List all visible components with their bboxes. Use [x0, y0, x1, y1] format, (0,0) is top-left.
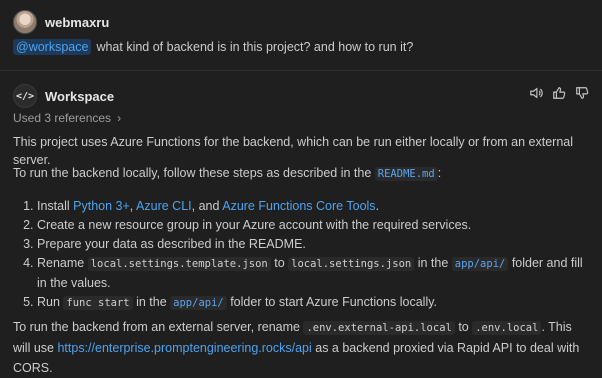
app-api-folder-code-2[interactable]: app/api/ [170, 296, 227, 310]
assistant-name: Workspace [45, 88, 115, 104]
speaker-icon[interactable] [529, 86, 543, 100]
chevron-right-icon: › [117, 111, 122, 125]
settings-json-code: local.settings.json [288, 257, 415, 271]
step5-end: folder to start Azure Functions locally. [226, 295, 438, 309]
question-text: what kind of backend is in this project?… [96, 40, 414, 54]
step1-pre: Install [37, 199, 74, 213]
backend-api-link[interactable]: https://enterprise.promptengineering.roc… [57, 341, 311, 355]
avatar [13, 10, 37, 34]
assistant-header: </> Workspace [13, 84, 114, 108]
step-resource-group: Create a new resource group in your Azur… [37, 216, 592, 235]
message-divider [0, 70, 602, 71]
code-brackets-icon: </> [13, 84, 37, 108]
step1-end: . [375, 199, 380, 213]
app-api-folder-code[interactable]: app/api/ [451, 257, 509, 271]
python-link[interactable]: Python 3+ [73, 199, 130, 213]
steps-list: Install Python 3+, Azure CLI, and Azure … [13, 197, 592, 313]
step-prepare-data: Prepare your data as described in the RE… [37, 235, 592, 254]
user-header: webmaxru [13, 10, 109, 34]
step5-pre: Run [37, 295, 64, 309]
readme-code: README.md [374, 167, 438, 181]
external-pre: To run the backend from an external serv… [13, 320, 304, 334]
env-local-code: .env.local [472, 321, 542, 335]
step5-mid1: in the [132, 295, 171, 309]
step-install: Install Python 3+, Azure CLI, and Azure … [37, 197, 592, 216]
local-intro-end: : [437, 166, 442, 180]
azure-cli-link[interactable]: Azure CLI [136, 199, 192, 213]
thumbs-down-icon[interactable] [575, 86, 589, 100]
step-run-func: Run func start in the app/api/ folder to… [37, 293, 592, 313]
env-external-code: .env.external-api.local [303, 321, 455, 335]
workspace-mention[interactable]: @workspace [13, 39, 92, 55]
username: webmaxru [45, 14, 110, 30]
local-intro-text: To run the backend locally, follow these… [13, 166, 375, 180]
user-question: @workspace what kind of backend is in th… [13, 39, 413, 55]
step-rename-settings: Rename local.settings.template.json to l… [37, 254, 592, 293]
step4-pre: Rename [37, 256, 88, 270]
external-instructions: To run the backend from an external serv… [13, 317, 582, 378]
response-actions [529, 86, 589, 100]
references-label: Used 3 references [13, 111, 112, 125]
step4-mid1: to [270, 256, 289, 270]
func-start-code: func start [63, 296, 133, 310]
settings-template-code: local.settings.template.json [87, 257, 271, 271]
step4-mid2: in the [414, 256, 452, 270]
references-toggle[interactable]: Used 3 references › [13, 111, 121, 125]
thumbs-up-icon[interactable] [552, 86, 566, 100]
external-mid1: to [454, 320, 473, 334]
azure-functions-core-tools-link[interactable]: Azure Functions Core Tools [222, 199, 375, 213]
local-intro: To run the backend locally, follow these… [13, 164, 582, 183]
step1-sep2: , and [191, 199, 223, 213]
